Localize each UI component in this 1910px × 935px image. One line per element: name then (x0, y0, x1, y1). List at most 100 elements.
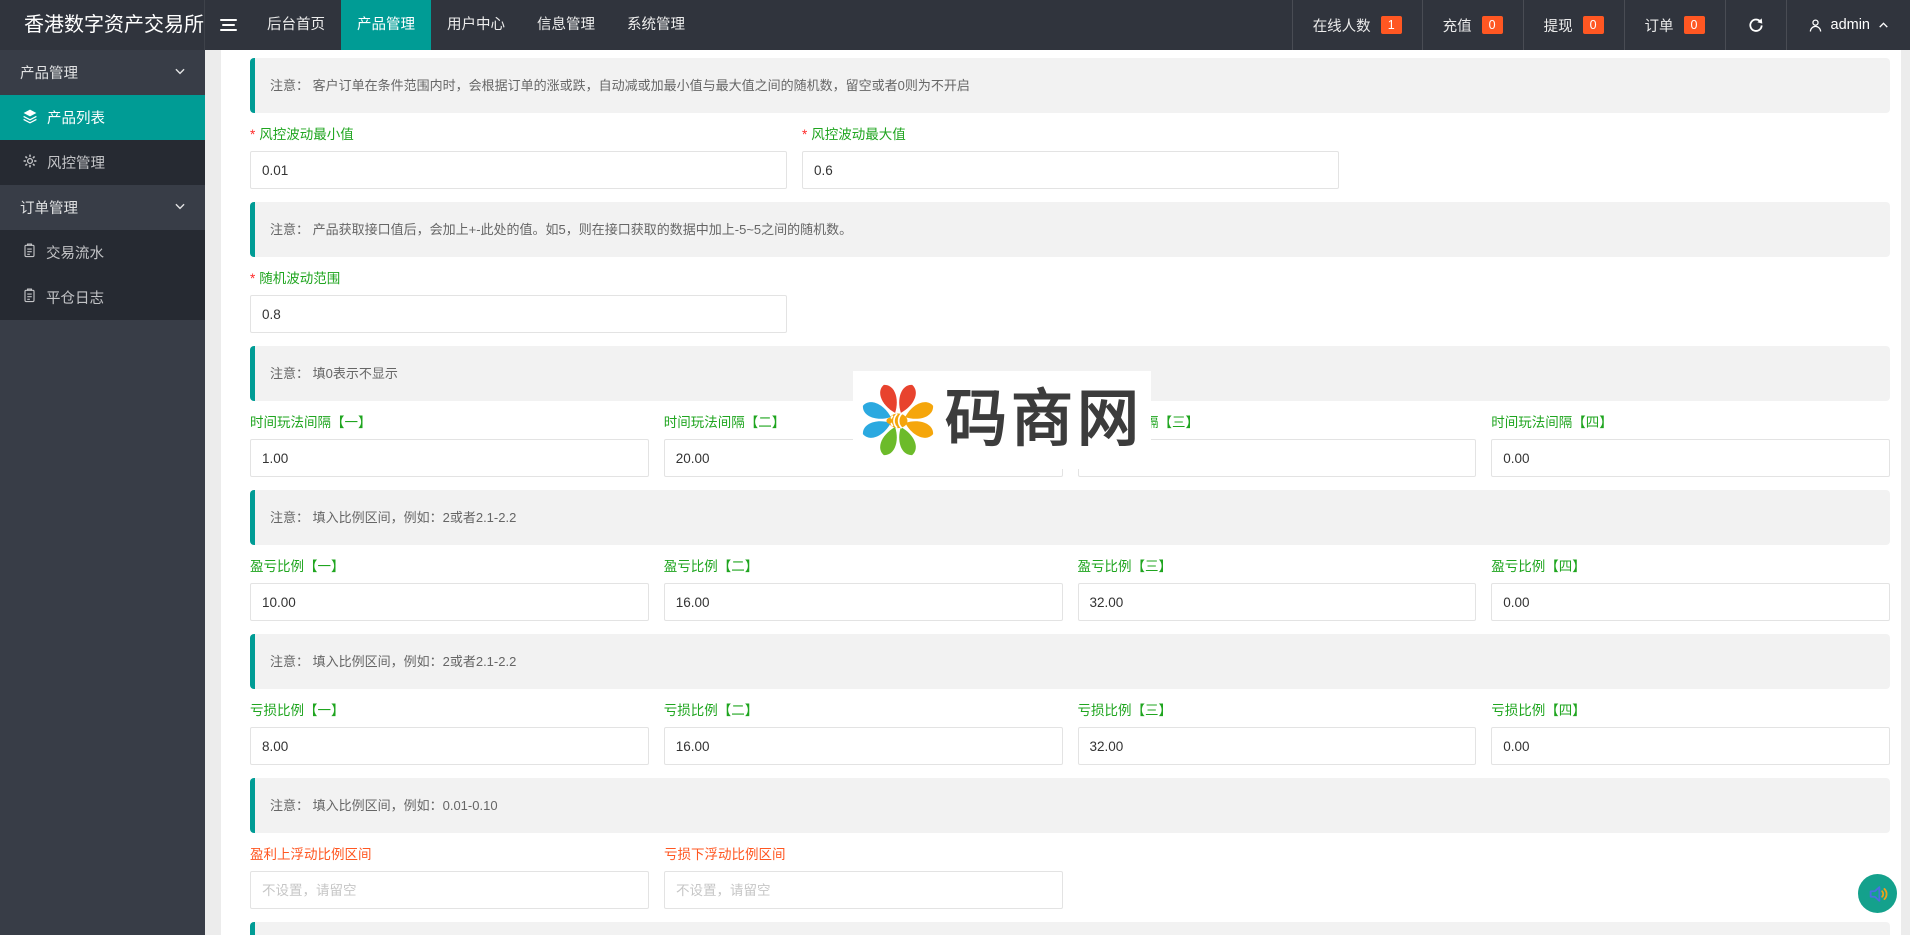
form-field: 盈亏比例【四】 (1491, 557, 1890, 621)
field-input[interactable] (664, 439, 1063, 477)
notice-text: 注意： 客户订单在条件范围内时，会根据订单的涨或跌，自动减或加最小值与最大值之间… (250, 58, 1890, 113)
menu-toggle-icon[interactable] (205, 0, 251, 50)
field-input[interactable] (664, 727, 1063, 765)
required-asterisk: * (250, 271, 255, 286)
field-label: 时间玩法间隔【一】 (250, 413, 649, 433)
field-label-text: 亏损下浮动比例区间 (664, 847, 786, 862)
product-settings-form: 注意： 客户订单在条件范围内时，会根据订单的涨或跌，自动减或加最小值与最大值之间… (250, 58, 1890, 935)
sidebar-item-1-2[interactable]: 风控管理 (0, 140, 205, 185)
sidebar-group-label: 产品管理 (20, 62, 173, 83)
stat-item-3[interactable]: 提现0 (1523, 0, 1624, 50)
field-input[interactable] (802, 151, 1339, 189)
user-icon (1807, 17, 1824, 34)
field-label-text: 亏损比例【三】 (1078, 703, 1173, 718)
field-label-text: 时间玩法间隔【一】 (250, 415, 372, 430)
field-label: 亏损比例【四】 (1491, 701, 1890, 721)
field-label: 时间玩法间隔【四】 (1491, 413, 1890, 433)
field-input[interactable] (1491, 583, 1890, 621)
sidebar-scrollbar[interactable] (205, 50, 221, 935)
field-input[interactable] (250, 727, 649, 765)
sidebar-item-2-2[interactable]: 平仓日志 (0, 275, 205, 320)
required-asterisk: * (250, 127, 255, 142)
form-field: 亏损比例【一】 (250, 701, 649, 765)
sidebar-group-label: 订单管理 (20, 197, 173, 218)
nav-tab-5[interactable]: 系统管理 (611, 0, 701, 50)
sidebar-group-2[interactable]: 订单管理 (0, 185, 205, 230)
field-label: 盈亏比例【二】 (664, 557, 1063, 577)
field-input[interactable] (250, 295, 787, 333)
nav-tab-2[interactable]: 产品管理 (341, 0, 431, 50)
field-label: 亏损比例【二】 (664, 701, 1063, 721)
field-input[interactable] (1078, 583, 1477, 621)
sidebar-group-1[interactable]: 产品管理 (0, 50, 205, 95)
form-field: * 风控波动最大值 (802, 125, 1339, 189)
refresh-icon (1747, 16, 1765, 34)
chevron-down-icon (173, 64, 187, 82)
stat-label: 充值 (1443, 15, 1472, 36)
form-row: 盈亏比例【一】 盈亏比例【二】盈亏比例【三】盈亏比例【四】 (250, 557, 1890, 621)
stat-item-1[interactable]: 在线人数 1 (1292, 0, 1422, 50)
field-input[interactable] (664, 583, 1063, 621)
form-field: 盈亏比例【一】 (250, 557, 649, 621)
sound-fab-button[interactable] (1858, 874, 1897, 913)
field-label-text: 盈亏比例【一】 (250, 559, 345, 574)
sidebar-item-label: 风控管理 (47, 152, 105, 173)
refresh-button[interactable] (1725, 0, 1786, 50)
field-input[interactable] (250, 439, 649, 477)
sidebar-item-2-1[interactable]: 交易流水 (0, 230, 205, 275)
stat-label: 在线人数 (1313, 15, 1371, 36)
form-row: 亏损比例【一】 亏损比例【二】 亏损比例【三】 亏损比例【四】 (250, 701, 1890, 765)
nav-tab-4[interactable]: 信息管理 (521, 0, 611, 50)
form-field: 时间玩法间隔【三】 (1078, 413, 1477, 477)
stat-item-2[interactable]: 充值0 (1422, 0, 1523, 50)
field-label-text: 盈利上浮动比例区间 (250, 847, 372, 862)
field-label: * 风控波动最大值 (802, 125, 1339, 145)
field-input[interactable] (250, 583, 649, 621)
nav-tab-3[interactable]: 用户中心 (431, 0, 521, 50)
form-field: 盈亏比例【三】 (1078, 557, 1477, 621)
field-label-text: 亏损比例【一】 (250, 703, 345, 718)
stat-count-badge: 1 (1381, 16, 1402, 35)
field-label: 盈亏比例【一】 (250, 557, 649, 577)
username: admin (1831, 17, 1871, 33)
form-row: 盈利上浮动比例区间 亏损下浮动比例区间 (250, 845, 1890, 909)
chevron-up-icon (1877, 19, 1890, 32)
speaker-icon (1867, 883, 1889, 905)
field-label-text: 风控波动最小值 (259, 127, 354, 142)
field-label: 时间玩法间隔【二】 (664, 413, 1063, 433)
sidebar: 产品管理产品列表风控管理订单管理交易流水平仓日志 (0, 50, 205, 935)
field-label-text: 风控波动最大值 (811, 127, 906, 142)
field-label-text: 亏损比例【二】 (664, 703, 759, 718)
field-label-text: 时间玩法间隔【三】 (1078, 415, 1200, 430)
field-label-text: 随机波动范围 (259, 271, 340, 286)
stat-item-4[interactable]: 订单0 (1624, 0, 1725, 50)
field-label-text: 盈亏比例【四】 (1491, 559, 1586, 574)
nav-tab-1[interactable]: 后台首页 (251, 0, 341, 50)
sidebar-item-label: 交易流水 (46, 242, 104, 263)
sidebar-item-label: 平仓日志 (46, 287, 104, 308)
field-input[interactable] (1078, 439, 1477, 477)
form-row: * 随机波动范围 (250, 269, 1890, 333)
notice-text: 注意： 填0表示不显示 (250, 346, 1890, 401)
field-label-text: 时间玩法间隔【二】 (664, 415, 786, 430)
user-menu[interactable]: admin (1786, 0, 1910, 50)
field-input[interactable] (250, 871, 649, 909)
nav-right: 在线人数 1 充值0提现0订单0 admin (1292, 0, 1910, 50)
form-field: 时间玩法间隔【一】 (250, 413, 649, 477)
field-label-text: 亏损比例【四】 (1491, 703, 1586, 718)
sidebar-item-1-1[interactable]: 产品列表 (0, 95, 205, 140)
field-input[interactable] (250, 151, 787, 189)
clipboard-icon (22, 243, 37, 262)
stat-label: 提现 (1544, 15, 1573, 36)
field-label: * 风控波动最小值 (250, 125, 787, 145)
notice-text: 注意： 填入比例区间，例如：0.01-0.10 (250, 778, 1890, 833)
field-input[interactable] (664, 871, 1063, 909)
notice-text: 注意： 产品获取接口值后，会加上+-此处的值。如5，则在接口获取的数据中加上-5… (250, 202, 1890, 257)
field-label: 亏损比例【三】 (1078, 701, 1477, 721)
required-asterisk: * (802, 127, 807, 142)
main-scrollbar[interactable] (1901, 50, 1910, 935)
field-input[interactable] (1078, 727, 1477, 765)
form-field: 盈利上浮动比例区间 (250, 845, 649, 909)
field-input[interactable] (1491, 439, 1890, 477)
field-input[interactable] (1491, 727, 1890, 765)
